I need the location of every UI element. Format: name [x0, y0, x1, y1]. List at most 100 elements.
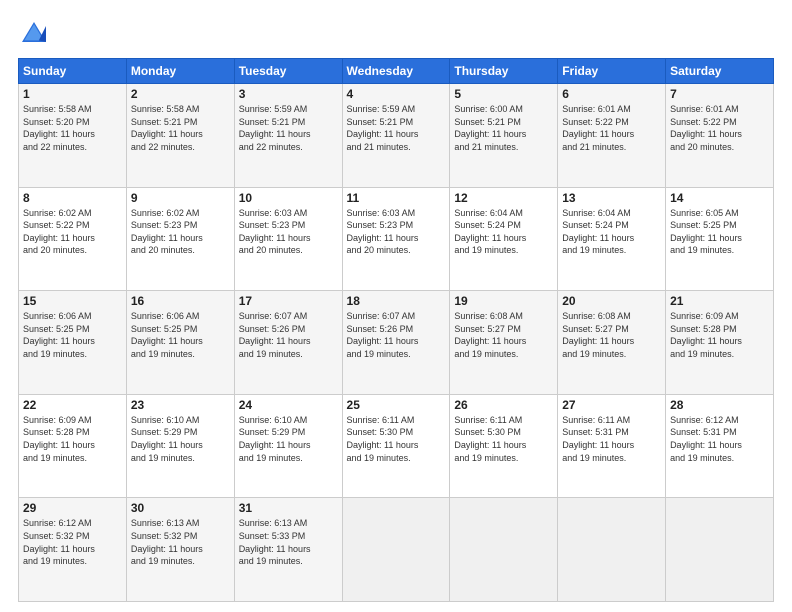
- day-number: 12: [454, 191, 553, 205]
- day-info: Sunrise: 6:01 AMSunset: 5:22 PMDaylight:…: [562, 104, 634, 152]
- day-header-thursday: Thursday: [450, 59, 558, 84]
- day-info: Sunrise: 6:07 AMSunset: 5:26 PMDaylight:…: [347, 311, 419, 359]
- day-info: Sunrise: 6:08 AMSunset: 5:27 PMDaylight:…: [454, 311, 526, 359]
- header: [18, 18, 774, 50]
- day-info: Sunrise: 6:03 AMSunset: 5:23 PMDaylight:…: [239, 208, 311, 256]
- day-number: 29: [23, 501, 122, 515]
- calendar-cell: 25 Sunrise: 6:11 AMSunset: 5:30 PMDayligh…: [342, 394, 450, 498]
- calendar-cell: 12 Sunrise: 6:04 AMSunset: 5:24 PMDayligh…: [450, 187, 558, 291]
- day-info: Sunrise: 5:59 AMSunset: 5:21 PMDaylight:…: [239, 104, 311, 152]
- day-info: Sunrise: 6:13 AMSunset: 5:33 PMDaylight:…: [239, 518, 311, 566]
- calendar-cell: 31Sunrise: 6:13 AMSunset: 5:33 PMDayligh…: [234, 498, 342, 602]
- day-number: 18: [347, 294, 446, 308]
- calendar-cell: 16 Sunrise: 6:06 AMSunset: 5:25 PMDayligh…: [126, 291, 234, 395]
- calendar-cell: 19 Sunrise: 6:08 AMSunset: 5:27 PMDayligh…: [450, 291, 558, 395]
- day-info: Sunrise: 6:12 AMSunset: 5:31 PMDaylight:…: [670, 415, 742, 463]
- day-number: 10: [239, 191, 338, 205]
- day-number: 11: [347, 191, 446, 205]
- day-header-saturday: Saturday: [666, 59, 774, 84]
- calendar-cell: 11 Sunrise: 6:03 AMSunset: 5:23 PMDayligh…: [342, 187, 450, 291]
- calendar-cell: 30 Sunrise: 6:13 AMSunset: 5:32 PMDayligh…: [126, 498, 234, 602]
- day-info: Sunrise: 6:11 AMSunset: 5:31 PMDaylight:…: [562, 415, 634, 463]
- page: SundayMondayTuesdayWednesdayThursdayFrid…: [0, 0, 792, 612]
- day-number: 23: [131, 398, 230, 412]
- day-number: 30: [131, 501, 230, 515]
- day-info: Sunrise: 6:09 AMSunset: 5:28 PMDaylight:…: [670, 311, 742, 359]
- calendar-cell: 2 Sunrise: 5:58 AMSunset: 5:21 PMDaylight…: [126, 84, 234, 188]
- day-number: 8: [23, 191, 122, 205]
- calendar-cell: 18 Sunrise: 6:07 AMSunset: 5:26 PMDayligh…: [342, 291, 450, 395]
- calendar-cell: 14 Sunrise: 6:05 AMSunset: 5:25 PMDayligh…: [666, 187, 774, 291]
- calendar-cell: [342, 498, 450, 602]
- week-row-4: 22 Sunrise: 6:09 AMSunset: 5:28 PMDayligh…: [19, 394, 774, 498]
- day-info: Sunrise: 6:11 AMSunset: 5:30 PMDaylight:…: [454, 415, 526, 463]
- day-info: Sunrise: 6:04 AMSunset: 5:24 PMDaylight:…: [454, 208, 526, 256]
- day-info: Sunrise: 5:59 AMSunset: 5:21 PMDaylight:…: [347, 104, 419, 152]
- calendar-cell: 23 Sunrise: 6:10 AMSunset: 5:29 PMDayligh…: [126, 394, 234, 498]
- day-number: 24: [239, 398, 338, 412]
- day-number: 2: [131, 87, 230, 101]
- day-number: 16: [131, 294, 230, 308]
- calendar-cell: 8 Sunrise: 6:02 AMSunset: 5:22 PMDaylight…: [19, 187, 127, 291]
- day-number: 27: [562, 398, 661, 412]
- calendar-cell: 3 Sunrise: 5:59 AMSunset: 5:21 PMDaylight…: [234, 84, 342, 188]
- day-header-monday: Monday: [126, 59, 234, 84]
- day-info: Sunrise: 6:00 AMSunset: 5:21 PMDaylight:…: [454, 104, 526, 152]
- day-number: 13: [562, 191, 661, 205]
- day-header-friday: Friday: [558, 59, 666, 84]
- calendar-cell: [450, 498, 558, 602]
- calendar-cell: 4 Sunrise: 5:59 AMSunset: 5:21 PMDaylight…: [342, 84, 450, 188]
- day-info: Sunrise: 5:58 AMSunset: 5:21 PMDaylight:…: [131, 104, 203, 152]
- day-info: Sunrise: 6:06 AMSunset: 5:25 PMDaylight:…: [131, 311, 203, 359]
- calendar-cell: 1 Sunrise: 5:58 AMSunset: 5:20 PMDaylight…: [19, 84, 127, 188]
- day-number: 14: [670, 191, 769, 205]
- calendar-cell: [558, 498, 666, 602]
- day-number: 26: [454, 398, 553, 412]
- calendar-cell: 9Sunrise: 6:02 AMSunset: 5:23 PMDaylight…: [126, 187, 234, 291]
- calendar-cell: 10 Sunrise: 6:03 AMSunset: 5:23 PMDayligh…: [234, 187, 342, 291]
- day-number: 1: [23, 87, 122, 101]
- week-row-5: 29 Sunrise: 6:12 AMSunset: 5:32 PMDayligh…: [19, 498, 774, 602]
- day-number: 19: [454, 294, 553, 308]
- day-header-wednesday: Wednesday: [342, 59, 450, 84]
- calendar-cell: 6 Sunrise: 6:01 AMSunset: 5:22 PMDaylight…: [558, 84, 666, 188]
- day-number: 28: [670, 398, 769, 412]
- day-number: 5: [454, 87, 553, 101]
- day-number: 3: [239, 87, 338, 101]
- calendar-cell: 21 Sunrise: 6:09 AMSunset: 5:28 PMDayligh…: [666, 291, 774, 395]
- calendar-cell: 29 Sunrise: 6:12 AMSunset: 5:32 PMDayligh…: [19, 498, 127, 602]
- day-info: Sunrise: 6:11 AMSunset: 5:30 PMDaylight:…: [347, 415, 419, 463]
- logo: [18, 18, 54, 50]
- day-info: Sunrise: 6:06 AMSunset: 5:25 PMDaylight:…: [23, 311, 95, 359]
- day-info: Sunrise: 6:03 AMSunset: 5:23 PMDaylight:…: [347, 208, 419, 256]
- day-info: Sunrise: 5:58 AMSunset: 5:20 PMDaylight:…: [23, 104, 95, 152]
- day-info: Sunrise: 6:02 AMSunset: 5:23 PMDaylight:…: [131, 208, 203, 256]
- calendar-cell: 7 Sunrise: 6:01 AMSunset: 5:22 PMDaylight…: [666, 84, 774, 188]
- day-number: 20: [562, 294, 661, 308]
- day-info: Sunrise: 6:02 AMSunset: 5:22 PMDaylight:…: [23, 208, 95, 256]
- day-number: 22: [23, 398, 122, 412]
- day-number: 21: [670, 294, 769, 308]
- week-row-3: 15Sunrise: 6:06 AMSunset: 5:25 PMDayligh…: [19, 291, 774, 395]
- day-info: Sunrise: 6:01 AMSunset: 5:22 PMDaylight:…: [670, 104, 742, 152]
- day-info: Sunrise: 6:04 AMSunset: 5:24 PMDaylight:…: [562, 208, 634, 256]
- calendar-cell: 17Sunrise: 6:07 AMSunset: 5:26 PMDayligh…: [234, 291, 342, 395]
- day-header-tuesday: Tuesday: [234, 59, 342, 84]
- calendar-cell: 24 Sunrise: 6:10 AMSunset: 5:29 PMDayligh…: [234, 394, 342, 498]
- day-info: Sunrise: 6:13 AMSunset: 5:32 PMDaylight:…: [131, 518, 203, 566]
- day-number: 4: [347, 87, 446, 101]
- day-info: Sunrise: 6:10 AMSunset: 5:29 PMDaylight:…: [239, 415, 311, 463]
- day-number: 7: [670, 87, 769, 101]
- day-info: Sunrise: 6:05 AMSunset: 5:25 PMDaylight:…: [670, 208, 742, 256]
- day-number: 6: [562, 87, 661, 101]
- day-info: Sunrise: 6:09 AMSunset: 5:28 PMDaylight:…: [23, 415, 95, 463]
- week-row-1: 1 Sunrise: 5:58 AMSunset: 5:20 PMDaylight…: [19, 84, 774, 188]
- day-number: 17: [239, 294, 338, 308]
- day-info: Sunrise: 6:12 AMSunset: 5:32 PMDaylight:…: [23, 518, 95, 566]
- calendar-cell: 22 Sunrise: 6:09 AMSunset: 5:28 PMDayligh…: [19, 394, 127, 498]
- day-number: 25: [347, 398, 446, 412]
- calendar-cell: 13 Sunrise: 6:04 AMSunset: 5:24 PMDayligh…: [558, 187, 666, 291]
- day-info: Sunrise: 6:10 AMSunset: 5:29 PMDaylight:…: [131, 415, 203, 463]
- logo-icon: [18, 18, 50, 50]
- calendar-cell: [666, 498, 774, 602]
